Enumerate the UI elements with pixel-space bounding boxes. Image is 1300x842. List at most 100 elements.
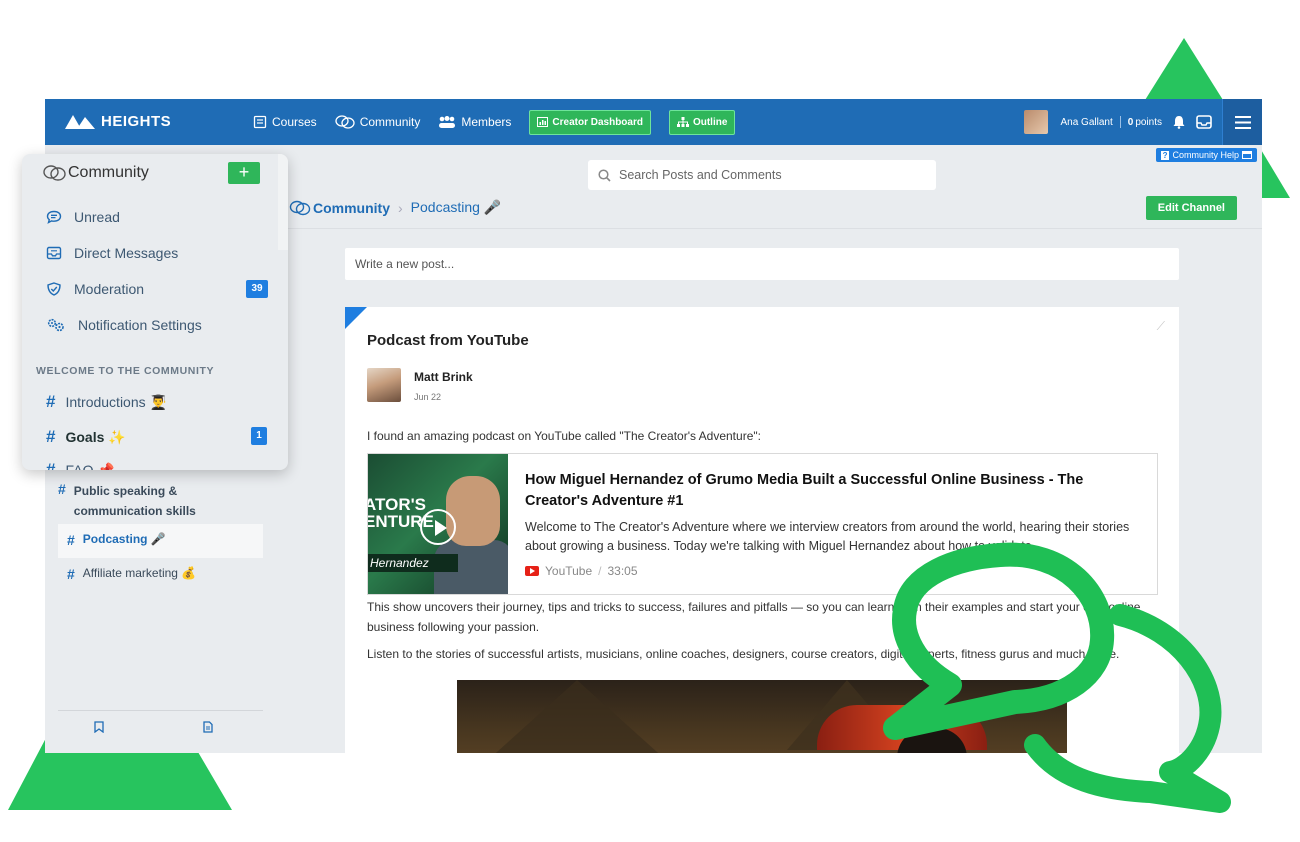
community-chat-icon (289, 200, 311, 215)
nav-members[interactable]: Members (438, 115, 511, 129)
main-nav: Courses Community Members Creator Dashbo… (253, 99, 736, 145)
add-channel-button[interactable]: + (228, 162, 260, 184)
outline-label: Outline (692, 116, 728, 128)
help-icon: ? (1160, 150, 1170, 160)
members-icon (439, 116, 456, 128)
unpin-icon[interactable]: ⟋ (1157, 319, 1165, 334)
inbox-icon (46, 246, 62, 260)
sidebar-item-notification-settings[interactable]: Notification Settings (46, 317, 202, 333)
panel-title-label: Community (68, 164, 149, 181)
hash-icon: # (67, 532, 75, 548)
search-icon (598, 168, 611, 182)
sidebar-item-label: Goals ✨ (65, 428, 126, 445)
search-placeholder: Search Posts and Comments (619, 168, 782, 182)
bookmark-icon[interactable] (94, 721, 104, 733)
top-navigation-bar: HEIGHTS Courses Community Members Creato… (45, 99, 1262, 145)
pinned-corner (345, 307, 367, 329)
sidebar-item-faq[interactable]: # FAQ 📌 (46, 460, 115, 470)
book-icon (253, 115, 267, 129)
mountain-logo-icon (65, 114, 95, 129)
sitemap-icon (676, 117, 689, 127)
post-intro: I found an amazing podcast on YouTube ca… (367, 429, 761, 443)
breadcrumb-root[interactable]: Community (313, 200, 390, 216)
goals-count-badge: 1 (251, 427, 267, 445)
author-avatar[interactable] (367, 368, 401, 402)
play-icon[interactable] (420, 509, 456, 545)
logo-text: HEIGHTS (101, 113, 172, 130)
panel-title: Community (42, 164, 149, 182)
points-label: points (1135, 116, 1162, 128)
sidebar-item-unread[interactable]: Unread (46, 209, 120, 225)
post-title[interactable]: Podcast from YouTube (367, 332, 529, 349)
speech-bubbles-illustration (883, 542, 1231, 813)
video-title[interactable]: How Miguel Hernandez of Grumo Media Buil… (525, 470, 1145, 512)
page: HEIGHTS Courses Community Members Creato… (0, 0, 1300, 842)
chat-icon (335, 115, 355, 129)
video-source-label: YouTube (545, 564, 593, 578)
hash-icon: # (67, 566, 75, 582)
nav-courses-label: Courses (272, 115, 317, 129)
scrollbar[interactable] (278, 154, 288, 250)
breadcrumb-chevron-icon: › (398, 199, 403, 216)
points-value: 0 (1127, 116, 1134, 128)
nav-community[interactable]: Community (335, 115, 421, 129)
sidebar-footer-divider (58, 710, 263, 711)
outline-button[interactable]: Outline (668, 109, 736, 135)
search-bar[interactable]: Search Posts and Comments (588, 160, 936, 190)
nav-members-label: Members (461, 115, 512, 129)
hash-icon: # (46, 392, 56, 411)
author-name[interactable]: Matt Brink (414, 370, 473, 384)
sidebar-item-label: Affiliate marketing 💰 (82, 566, 197, 580)
chat-bubble-icon (46, 210, 62, 224)
video-source: YouTube / 33:05 (525, 564, 638, 578)
creator-dashboard-button[interactable]: Creator Dashboard (529, 109, 651, 135)
user-area: Ana Gallant 0 points (1024, 99, 1262, 145)
creator-dashboard-label: Creator Dashboard (552, 116, 643, 128)
youtube-icon (525, 566, 539, 576)
write-post-input[interactable]: Write a new post... (345, 248, 1179, 280)
hash-icon: # (46, 427, 56, 446)
section-heading: WELCOME TO THE COMMUNITY (36, 365, 215, 377)
menu-button[interactable] (1222, 99, 1262, 145)
breadcrumb: Community › Podcasting 🎤 (289, 199, 501, 216)
nav-courses[interactable]: Courses (253, 115, 317, 129)
sidebar-item-label: Introductions 👨‍🎓 (65, 393, 167, 410)
sidebar-item-label: Direct Messages (74, 245, 179, 261)
window-icon (1242, 151, 1252, 159)
video-thumbnail[interactable]: ATOR'S ENTURE Hernandez (368, 454, 508, 594)
sidebar-item-moderation[interactable]: Moderation (46, 281, 144, 297)
video-duration: 33:05 (607, 564, 638, 578)
hash-icon: # (46, 460, 56, 470)
thumb-person-face (446, 476, 500, 546)
inbox-icon[interactable] (1196, 115, 1212, 129)
divider (1119, 116, 1121, 128)
sidebar-item-direct-messages[interactable]: Direct Messages (46, 245, 178, 261)
sidebar-item-goals[interactable]: # Goals ✨ (46, 427, 126, 447)
moderation-count-badge: 39 (246, 280, 268, 298)
community-help-label: Community Help (1172, 150, 1239, 160)
hamburger-icon (1234, 115, 1251, 129)
user-name[interactable]: Ana Gallant (1060, 117, 1112, 128)
community-help-button[interactable]: ? Community Help (1155, 148, 1257, 162)
sidebar-item-podcasting[interactable]: # Podcasting 🎤 (58, 524, 263, 558)
edit-channel-button[interactable]: Edit Channel (1145, 196, 1237, 220)
bell-icon[interactable] (1172, 115, 1186, 129)
sidebar-item-label: FAQ 📌 (65, 461, 115, 471)
sidebar-item-introductions[interactable]: # Introductions 👨‍🎓 (46, 392, 167, 412)
sidebar-item-label: Notification Settings (78, 317, 202, 333)
heights-logo[interactable]: HEIGHTS (65, 113, 171, 130)
slash: / (598, 564, 602, 578)
user-avatar[interactable] (1024, 110, 1049, 134)
sidebar-item-label: Unread (74, 209, 120, 225)
thumb-name: Hernandez (368, 554, 458, 572)
bar-chart-icon (537, 117, 549, 127)
document-icon[interactable] (203, 721, 213, 733)
shield-icon (47, 282, 61, 296)
sidebar-item-affiliate-marketing[interactable]: # Affiliate marketing 💰 (58, 566, 263, 582)
nav-community-label: Community (359, 115, 421, 129)
sidebar-item-label: Podcasting 🎤 (82, 532, 166, 546)
community-chat-icon (43, 165, 66, 181)
breadcrumb-current[interactable]: Podcasting 🎤 (411, 199, 502, 216)
community-sidebar-panel: Community + Unread Direct Messages Moder… (22, 154, 288, 470)
gears-icon (47, 318, 64, 332)
